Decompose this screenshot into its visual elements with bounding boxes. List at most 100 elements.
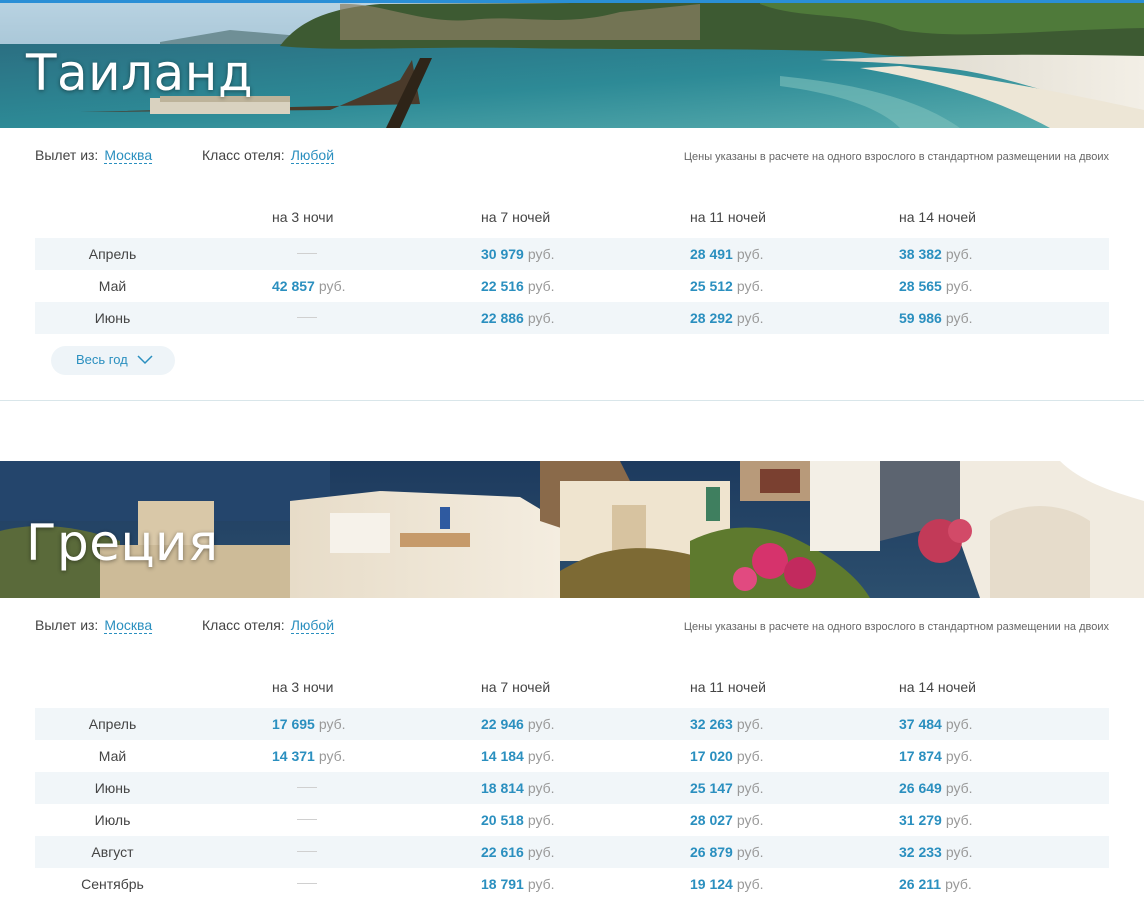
column-header: на 3 ночи	[272, 209, 334, 225]
price-value[interactable]: 32 233	[899, 844, 942, 860]
price-value[interactable]: 22 946	[481, 716, 524, 732]
price-value[interactable]: 31 279	[899, 812, 942, 828]
month-label: Июнь	[94, 310, 131, 326]
price-cell[interactable]: 59 986 руб.	[899, 310, 973, 326]
currency-label: руб.	[318, 748, 346, 764]
price-value[interactable]: 19 124	[690, 876, 733, 892]
price-value[interactable]: 38 382	[899, 246, 942, 262]
price-cell[interactable]: 25 512 руб.	[690, 278, 764, 294]
currency-label: руб.	[527, 748, 555, 764]
price-cell[interactable]: 22 516 руб.	[481, 278, 555, 294]
price-cell[interactable]: 26 879 руб.	[690, 844, 764, 860]
filters-bar: Вылет из: Москва Класс отеля: Любой Цены у…	[35, 147, 1109, 169]
price-cell[interactable]: 19 124 руб.	[690, 876, 764, 892]
price-cell[interactable]: 20 518 руб.	[481, 812, 555, 828]
price-cell[interactable]: 18 814 руб.	[481, 780, 555, 796]
price-value[interactable]: 22 516	[481, 278, 524, 294]
price-value[interactable]: 17 020	[690, 748, 733, 764]
filters-bar: Вылет из: Москва Класс отеля: Любой Цены у…	[35, 617, 1109, 639]
price-value[interactable]: 42 857	[272, 278, 315, 294]
price-cell[interactable]: 22 946 руб.	[481, 716, 555, 732]
currency-label: руб.	[736, 748, 764, 764]
price-value[interactable]: 22 616	[481, 844, 524, 860]
price-cell[interactable]: 28 292 руб.	[690, 310, 764, 326]
destination-section-thailand: Таиланд Вылет из: Москва Класс отеля: Любо…	[0, 0, 1144, 401]
price-cell[interactable]: 17 874 руб.	[899, 748, 973, 764]
price-cell[interactable]: 42 857 руб.	[272, 278, 346, 294]
price-value[interactable]: 25 512	[690, 278, 733, 294]
price-value[interactable]: 18 791	[481, 876, 524, 892]
price-cell[interactable]: 26 649 руб.	[899, 780, 973, 796]
hotel-class-dropdown[interactable]: Любой	[290, 147, 335, 164]
currency-label: руб.	[736, 716, 764, 732]
currency-label: руб.	[945, 716, 973, 732]
price-cell[interactable]: 38 382 руб.	[899, 246, 973, 262]
price-value[interactable]: 28 292	[690, 310, 733, 326]
price-cell[interactable]: 22 616 руб.	[481, 844, 555, 860]
table-row: Июнь 22 886 руб. 28 292 руб. 59 986 руб.	[35, 302, 1109, 334]
price-cell[interactable]: 14 184 руб.	[481, 748, 555, 764]
price-value[interactable]: 28 565	[899, 278, 942, 294]
hero-banner-greece: Греция	[0, 461, 1144, 598]
price-value[interactable]: 22 886	[481, 310, 524, 326]
price-cell[interactable]: 28 565 руб.	[899, 278, 973, 294]
no-price-dash	[297, 253, 317, 254]
no-price-dash	[297, 787, 317, 788]
price-value[interactable]: 17 874	[899, 748, 942, 764]
destination-title: Таиланд	[26, 44, 254, 102]
price-cell[interactable]: 17 020 руб.	[690, 748, 764, 764]
price-cell[interactable]: 30 979 руб.	[481, 246, 555, 262]
price-cell[interactable]: 17 695 руб.	[272, 716, 346, 732]
currency-label: руб.	[736, 876, 764, 892]
hero-banner-thailand: Таиланд	[0, 0, 1144, 128]
price-table-body: Апрель 30 979 руб. 28 491 руб. 38 382 руб. Май 4…	[35, 238, 1109, 334]
price-cell[interactable]: 25 147 руб.	[690, 780, 764, 796]
departure-city-dropdown[interactable]: Москва	[104, 617, 153, 634]
price-value[interactable]: 26 879	[690, 844, 733, 860]
price-table-header: на 3 ночи на 7 ночей на 11 ночей на 14 н…	[35, 206, 1109, 238]
price-cell[interactable]: 18 791 руб.	[481, 876, 555, 892]
month-label: Сентябрь	[81, 876, 144, 892]
price-cell[interactable]: 28 027 руб.	[690, 812, 764, 828]
price-cell[interactable]: 31 279 руб.	[899, 812, 973, 828]
price-table-header: на 3 ночи на 7 ночей на 11 ночей на 14 н…	[35, 676, 1109, 708]
table-row: Август 22 616 руб. 26 879 руб. 32 233 руб.	[35, 836, 1109, 868]
price-value[interactable]: 17 695	[272, 716, 315, 732]
destination-section-greece: Греция Вылет из: Москва Класс отеля: Любой…	[0, 461, 1144, 897]
price-value[interactable]: 14 184	[481, 748, 524, 764]
price-value[interactable]: 59 986	[899, 310, 942, 326]
currency-label: руб.	[527, 310, 555, 326]
departure-city-dropdown[interactable]: Москва	[104, 147, 153, 164]
price-value[interactable]: 37 484	[899, 716, 942, 732]
price-cell[interactable]: 14 371 руб.	[272, 748, 346, 764]
price-value[interactable]: 30 979	[481, 246, 524, 262]
price-cell[interactable]: 32 263 руб.	[690, 716, 764, 732]
price-cell[interactable]: 26 211 руб.	[899, 876, 972, 892]
currency-label: руб.	[527, 876, 555, 892]
month-label: Август	[91, 844, 134, 860]
price-value[interactable]: 18 814	[481, 780, 524, 796]
month-label: Апрель	[88, 246, 137, 262]
departure-filter: Вылет из: Москва	[35, 617, 153, 634]
price-value[interactable]: 28 491	[690, 246, 733, 262]
price-value[interactable]: 26 211	[899, 876, 941, 892]
price-value[interactable]: 32 263	[690, 716, 733, 732]
price-value[interactable]: 26 649	[899, 780, 942, 796]
column-header: на 14 ночей	[899, 209, 976, 225]
price-cell[interactable]: 28 491 руб.	[690, 246, 764, 262]
price-cell[interactable]: 32 233 руб.	[899, 844, 973, 860]
no-price-dash	[297, 851, 317, 852]
destination-title: Греция	[26, 514, 219, 572]
price-cell[interactable]: 37 484 руб.	[899, 716, 973, 732]
currency-label: руб.	[945, 748, 973, 764]
price-value[interactable]: 28 027	[690, 812, 733, 828]
price-cell[interactable]: 22 886 руб.	[481, 310, 555, 326]
price-value[interactable]: 20 518	[481, 812, 524, 828]
hotel-class-dropdown[interactable]: Любой	[290, 617, 335, 634]
currency-label: руб.	[945, 780, 973, 796]
currency-label: руб.	[736, 278, 764, 294]
currency-label: руб.	[527, 716, 555, 732]
price-value[interactable]: 14 371	[272, 748, 315, 764]
full-year-button[interactable]: Весь год	[51, 346, 175, 375]
price-value[interactable]: 25 147	[690, 780, 733, 796]
